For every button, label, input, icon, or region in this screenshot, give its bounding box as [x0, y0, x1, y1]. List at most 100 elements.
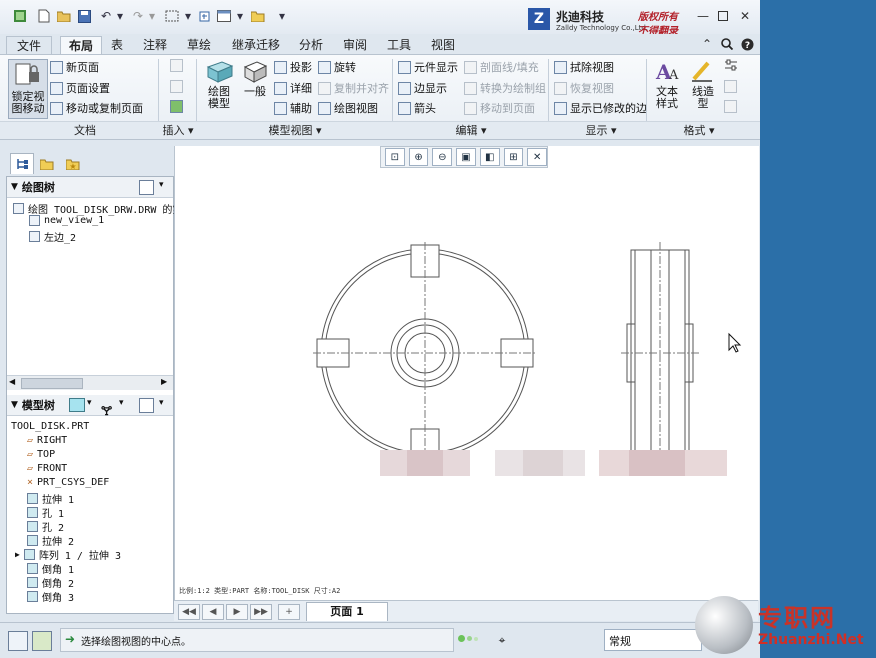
- model-tree-item[interactable]: ▱ FRONT: [27, 463, 67, 474]
- insert-shape-button[interactable]: [170, 80, 186, 93]
- insert-image-button[interactable]: [170, 100, 186, 113]
- model-tree-item[interactable]: 倒角 1: [27, 561, 74, 576]
- edge-display-button[interactable]: 边显示: [398, 80, 447, 96]
- model-tree-item[interactable]: 倒角 2: [27, 575, 74, 590]
- next-page-button[interactable]: ▶: [226, 604, 248, 620]
- collapse-ribbon-icon[interactable]: ⌃: [700, 37, 714, 51]
- drawing-views[interactable]: [175, 146, 759, 600]
- filter-dropdown-icon[interactable]: ▾: [119, 398, 124, 408]
- minimize-button[interactable]: —: [696, 9, 710, 23]
- tab-favorites[interactable]: ★: [62, 153, 84, 173]
- model-tree-header[interactable]: ▼ 模型树 ▾ 🝖 ▾ ▾: [7, 395, 173, 418]
- scroll-right-icon[interactable]: ▶: [161, 377, 167, 386]
- drawing-tree-item[interactable]: new_view_1: [29, 215, 104, 226]
- new-file-icon[interactable]: [36, 8, 52, 24]
- model-tree-item[interactable]: 拉伸 1: [27, 491, 74, 506]
- symbol-gallery-button[interactable]: [724, 100, 740, 113]
- datum-display-icon[interactable]: ⊞: [503, 148, 524, 166]
- move-to-page-button[interactable]: 移动到页面: [464, 100, 535, 116]
- graphics-area[interactable]: 比例:1:2 类型:PART 名称:TOOL_DISK 尺寸:A2: [174, 146, 759, 600]
- tree-settings-icon[interactable]: [139, 398, 154, 413]
- erase-view-button[interactable]: 拭除视图: [554, 59, 614, 75]
- arrow-button[interactable]: 箭头: [398, 100, 436, 116]
- group-model-views-dropdown[interactable]: 模型视图 ▾: [260, 122, 330, 137]
- help-icon[interactable]: ?: [740, 37, 754, 51]
- group-edit-dropdown[interactable]: 编辑 ▾: [446, 122, 496, 137]
- drawing-model-button[interactable]: 绘图 模型: [202, 59, 236, 117]
- expand-icon[interactable]: ▶: [15, 550, 20, 559]
- close-button[interactable]: ✕: [738, 9, 752, 23]
- tree-settings-dropdown-icon[interactable]: ▾: [159, 398, 164, 408]
- text-style-button[interactable]: AA 文本 样式: [652, 59, 682, 117]
- zoom-in-icon[interactable]: ⊕: [408, 148, 429, 166]
- maximize-button[interactable]: [716, 9, 730, 23]
- refit-icon[interactable]: ⊡: [385, 148, 405, 166]
- tab-legacy-migration[interactable]: 继承迁移: [226, 36, 286, 54]
- group-insert-dropdown[interactable]: 插入 ▾: [160, 122, 196, 137]
- search-icon[interactable]: [720, 37, 734, 51]
- side-view[interactable]: [621, 242, 699, 466]
- first-page-button[interactable]: ◀◀: [178, 604, 200, 620]
- customize-toolbar-icon[interactable]: ▾: [274, 8, 290, 24]
- coordinate-display-icon[interactable]: ✕: [527, 148, 548, 166]
- browser-toggle-icon[interactable]: [32, 631, 52, 651]
- select-dropdown-icon[interactable]: ▾: [180, 8, 196, 24]
- tab-view[interactable]: 视图: [426, 36, 460, 54]
- folder-icon[interactable]: [250, 8, 266, 24]
- page-setup-button[interactable]: 页面设置: [50, 80, 110, 96]
- insert-line-button[interactable]: [170, 59, 186, 72]
- undo-dropdown-icon[interactable]: ▾: [112, 8, 128, 24]
- scroll-thumb[interactable]: [21, 378, 83, 389]
- repaint-icon[interactable]: ▣: [456, 148, 476, 166]
- page-tab[interactable]: 页面 1: [306, 602, 388, 621]
- format-settings-button[interactable]: [724, 59, 738, 71]
- drawing-view-button[interactable]: 绘图视图: [318, 100, 378, 116]
- model-tree-item[interactable]: ▱ RIGHT: [27, 435, 67, 446]
- tab-folder-browser[interactable]: [36, 153, 58, 173]
- display-style-icon[interactable]: ◧: [479, 148, 500, 166]
- selection-filter[interactable]: 常规: [604, 629, 702, 651]
- find-icon[interactable]: ⌖: [492, 631, 512, 649]
- save-icon[interactable]: [76, 8, 92, 24]
- general-view-button[interactable]: 一般: [240, 59, 270, 117]
- model-tree-item[interactable]: 孔 2: [27, 519, 64, 534]
- projection-button[interactable]: 投影: [274, 59, 312, 75]
- tab-annotate[interactable]: 注释: [138, 36, 172, 54]
- windows-icon[interactable]: [216, 8, 232, 24]
- redo-dropdown-icon[interactable]: ▾: [144, 8, 160, 24]
- new-page-icon[interactable]: +: [278, 604, 300, 620]
- windows-dropdown-icon[interactable]: ▾: [232, 8, 248, 24]
- copy-align-button[interactable]: 复制并对齐: [318, 80, 389, 96]
- lock-view-movement-button[interactable]: 锁定视 图移动: [8, 59, 48, 119]
- front-view[interactable]: [313, 242, 537, 464]
- tree-settings-dropdown-icon[interactable]: ▾: [159, 180, 164, 190]
- tab-file[interactable]: 文件: [6, 36, 52, 55]
- tree-settings-icon[interactable]: [139, 180, 154, 195]
- open-folder-icon[interactable]: [56, 8, 72, 24]
- line-style-button[interactable]: 线造 型: [688, 59, 718, 117]
- element-display-button[interactable]: 元件显示: [398, 59, 458, 75]
- tab-model-tree[interactable]: [10, 153, 34, 174]
- model-tree-root[interactable]: TOOL_DISK.PRT: [11, 421, 89, 432]
- new-page-button[interactable]: 新页面: [50, 59, 99, 75]
- zoom-out-icon[interactable]: ⊖: [432, 148, 453, 166]
- tab-sketch[interactable]: 草绘: [182, 36, 216, 54]
- hatch-fill-button[interactable]: 剖面线/填充: [464, 59, 539, 75]
- drawing-tree-root[interactable]: 绘图 TOOL_DISK_DRW.DRW 的第: [13, 201, 182, 216]
- tab-tools[interactable]: 工具: [382, 36, 416, 54]
- hatch-pattern-button[interactable]: [724, 80, 740, 93]
- drawing-tree-item[interactable]: 左边_2: [29, 229, 76, 244]
- convert-to-draw-button[interactable]: 转换为绘制组: [464, 80, 546, 96]
- auxiliary-button[interactable]: 辅助: [274, 100, 312, 116]
- tab-layout[interactable]: 布局: [60, 36, 102, 55]
- horizontal-scrollbar[interactable]: ◀ ▶: [7, 375, 173, 390]
- tab-analysis[interactable]: 分析: [294, 36, 328, 54]
- regenerate-icon[interactable]: [196, 8, 212, 24]
- tab-review[interactable]: 审阅: [338, 36, 372, 54]
- detailed-button[interactable]: 详细: [274, 80, 312, 96]
- model-tree-item[interactable]: ▶ 阵列 1 / 拉伸 3: [15, 547, 121, 562]
- show-icon[interactable]: [69, 398, 85, 412]
- model-tree-item[interactable]: ▱ TOP: [27, 449, 55, 460]
- model-tree-item[interactable]: ⨯ PRT_CSYS_DEF: [27, 477, 109, 488]
- select-box-icon[interactable]: [164, 8, 180, 24]
